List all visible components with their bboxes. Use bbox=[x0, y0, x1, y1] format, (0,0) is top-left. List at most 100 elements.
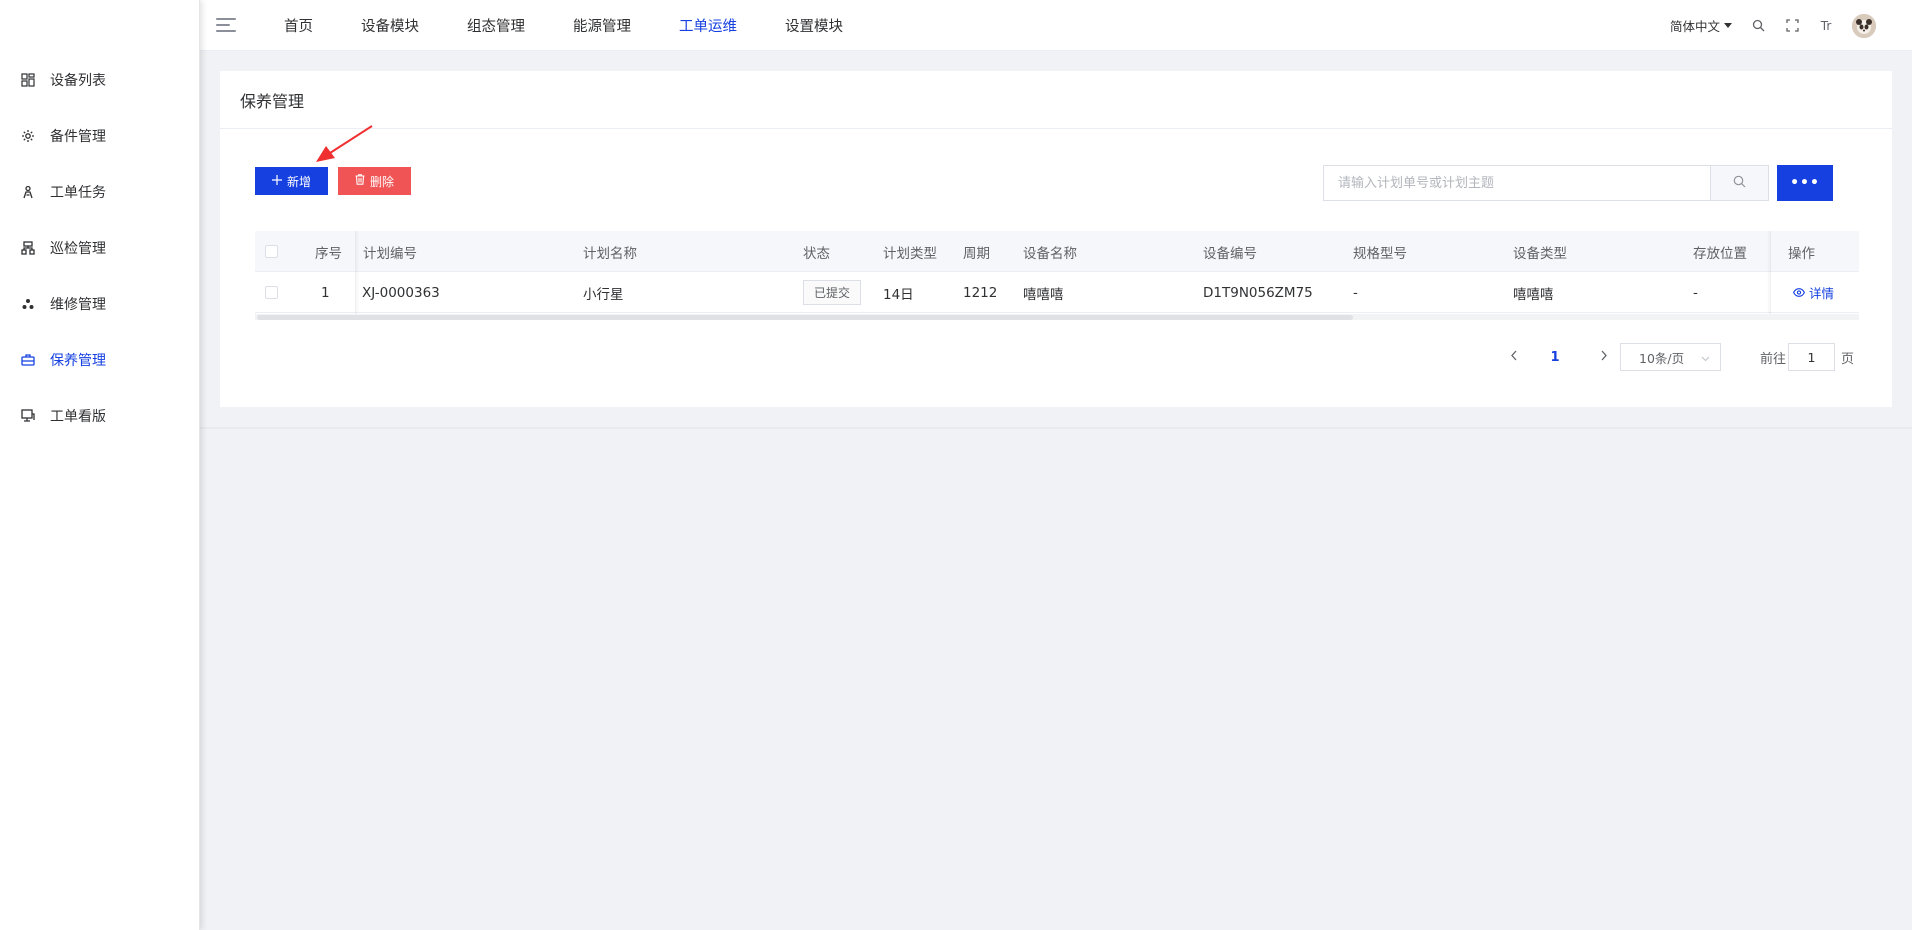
header-plan-name: 计划名称 bbox=[583, 245, 637, 262]
sidebar-item-device-list[interactable]: 设备列表 bbox=[0, 52, 199, 108]
select-all-cell bbox=[265, 231, 278, 272]
add-button-label: 新增 bbox=[286, 174, 311, 189]
sidebar: 设备列表 备件管理 工单任务 巡检管理 维修管理 保养管理 工单看版 bbox=[0, 0, 200, 930]
search-input[interactable] bbox=[1324, 166, 1710, 200]
page-number-current[interactable]: 1 bbox=[1540, 343, 1570, 371]
row-checkbox[interactable] bbox=[265, 286, 278, 299]
header-action: 操作 bbox=[1788, 245, 1815, 262]
sidebar-item-label: 设备列表 bbox=[50, 73, 106, 89]
page-jump-input[interactable] bbox=[1789, 349, 1834, 365]
sidebar-item-label: 工单看版 bbox=[50, 409, 106, 425]
fixed-column-shadow-right bbox=[1767, 231, 1771, 314]
grid-icon bbox=[20, 72, 36, 88]
nav-item-devices[interactable]: 设备模块 bbox=[337, 0, 443, 50]
header-spec: 规格型号 bbox=[1353, 245, 1407, 262]
table-row: 1 XJ-0000363 小行星 已提交 14日 1212 嘻嘻嘻 D1T9N0… bbox=[255, 272, 1859, 313]
sidebar-item-label: 巡检管理 bbox=[50, 241, 106, 257]
sidebar-item-board[interactable]: 工单看版 bbox=[0, 388, 199, 444]
fullscreen-icon[interactable] bbox=[1784, 18, 1800, 34]
annotation-arrow-icon bbox=[316, 125, 373, 162]
caret-down-icon bbox=[1724, 23, 1732, 28]
header-device-no: 设备编号 bbox=[1203, 245, 1257, 262]
toolbox-icon bbox=[20, 352, 36, 368]
cell-plan-type: 14日 bbox=[883, 286, 914, 303]
chevron-down-icon bbox=[1701, 350, 1710, 365]
cell-spec: - bbox=[1353, 284, 1358, 301]
cell-device-no: D1T9N056ZM75 bbox=[1203, 284, 1313, 301]
search-button[interactable] bbox=[1710, 166, 1768, 200]
top-navbar: 首页 设备模块 组态管理 能源管理 工单运维 设置模块 简体中文 Tr bbox=[200, 0, 1912, 51]
header-location: 存放位置 bbox=[1693, 245, 1747, 262]
status-badge: 已提交 bbox=[803, 280, 862, 305]
chevron-right-icon bbox=[1600, 350, 1608, 365]
search-icon[interactable] bbox=[1750, 18, 1766, 34]
org-chart-icon bbox=[20, 240, 36, 256]
nav-item-scada[interactable]: 组态管理 bbox=[443, 0, 549, 50]
person-icon bbox=[20, 184, 36, 200]
chevron-left-icon bbox=[1510, 350, 1518, 365]
cell-index: 1 bbox=[321, 284, 330, 301]
sidebar-item-maintenance[interactable]: 保养管理 bbox=[0, 332, 199, 388]
gear-icon bbox=[20, 128, 36, 144]
sidebar-item-spare-parts[interactable]: 备件管理 bbox=[0, 108, 199, 164]
trash-icon bbox=[355, 174, 365, 188]
table-header-row: 序号 计划编号 计划名称 状态 计划类型 周期 设备名称 设备编号 规格型号 设… bbox=[255, 231, 1859, 272]
page-title: 保养管理 bbox=[220, 71, 1892, 129]
page-unit-label: 页 bbox=[1841, 351, 1855, 367]
sidebar-menu: 设备列表 备件管理 工单任务 巡检管理 维修管理 保养管理 工单看版 bbox=[0, 0, 199, 444]
header-status: 状态 bbox=[803, 245, 830, 262]
maintenance-table: 序号 计划编号 计划名称 状态 计划类型 周期 设备名称 设备编号 规格型号 设… bbox=[255, 231, 1859, 320]
nav-item-home[interactable]: 首页 bbox=[264, 0, 337, 50]
prev-page-button[interactable] bbox=[1504, 343, 1524, 371]
empty-content-area bbox=[200, 429, 1912, 930]
cell-action: 详情 bbox=[1792, 272, 1835, 313]
delete-button[interactable]: 删除 bbox=[338, 167, 411, 195]
row-select-cell bbox=[265, 272, 278, 313]
nav-item-energy[interactable]: 能源管理 bbox=[549, 0, 655, 50]
header-device-name: 设备名称 bbox=[1023, 245, 1077, 262]
cell-location: - bbox=[1693, 284, 1698, 301]
monitor-icon bbox=[20, 408, 36, 424]
sidebar-item-label: 维修管理 bbox=[50, 297, 106, 313]
cell-plan-name: 小行星 bbox=[583, 286, 624, 303]
header-plan-no: 计划编号 bbox=[363, 245, 417, 262]
cell-cycle: 1212 bbox=[963, 284, 998, 301]
page-size-label: 10条/页 bbox=[1639, 350, 1685, 366]
fixed-column-shadow-left bbox=[355, 231, 359, 314]
sidebar-item-work-orders[interactable]: 工单任务 bbox=[0, 164, 199, 220]
horizontal-scrollbar[interactable] bbox=[257, 315, 1353, 320]
detail-link-label: 详情 bbox=[1809, 286, 1835, 301]
cell-status: 已提交 bbox=[803, 272, 862, 313]
font-size-icon[interactable]: Tr bbox=[1818, 18, 1834, 34]
avatar[interactable] bbox=[1852, 13, 1876, 38]
language-label: 简体中文 bbox=[1669, 19, 1720, 34]
sidebar-item-repair[interactable]: 维修管理 bbox=[0, 276, 199, 332]
select-all-checkbox[interactable] bbox=[265, 245, 278, 258]
eye-icon bbox=[1792, 285, 1806, 300]
goto-label: 前往 bbox=[1760, 351, 1787, 367]
more-button[interactable]: ••• bbox=[1777, 165, 1833, 201]
header-cycle: 周期 bbox=[963, 245, 990, 262]
cluster-icon bbox=[20, 296, 36, 312]
search-box bbox=[1323, 165, 1769, 201]
cell-device-name: 嘻嘻嘻 bbox=[1023, 286, 1064, 303]
next-page-button[interactable] bbox=[1594, 343, 1614, 371]
add-button[interactable]: 新增 bbox=[255, 167, 328, 195]
cell-device-type: 嘻嘻嘻 bbox=[1513, 286, 1554, 303]
header-device-type: 设备类型 bbox=[1513, 245, 1567, 262]
delete-button-label: 删除 bbox=[369, 174, 394, 189]
nav-item-work-order-ops[interactable]: 工单运维 bbox=[655, 0, 761, 50]
cell-plan-no: XJ-0000363 bbox=[362, 284, 440, 301]
language-select[interactable]: 简体中文 bbox=[1670, 16, 1732, 35]
top-nav: 首页 设备模块 组态管理 能源管理 工单运维 设置模块 bbox=[264, 0, 867, 50]
sidebar-item-inspection[interactable]: 巡检管理 bbox=[0, 220, 199, 276]
sidebar-item-label: 保养管理 bbox=[50, 353, 106, 369]
detail-link[interactable]: 详情 bbox=[1792, 283, 1835, 302]
sidebar-item-label: 工单任务 bbox=[50, 185, 106, 201]
sidebar-item-label: 备件管理 bbox=[50, 129, 106, 145]
maintenance-card: 保养管理 新增 删除 ••• 序号 计划编号 计划名称 状态 计划类型 周期 bbox=[220, 71, 1892, 407]
menu-toggle-icon[interactable] bbox=[216, 18, 238, 32]
nav-item-settings[interactable]: 设置模块 bbox=[761, 0, 867, 50]
page-size-select[interactable]: 10条/页 bbox=[1620, 343, 1721, 371]
header-plan-type: 计划类型 bbox=[883, 245, 937, 262]
